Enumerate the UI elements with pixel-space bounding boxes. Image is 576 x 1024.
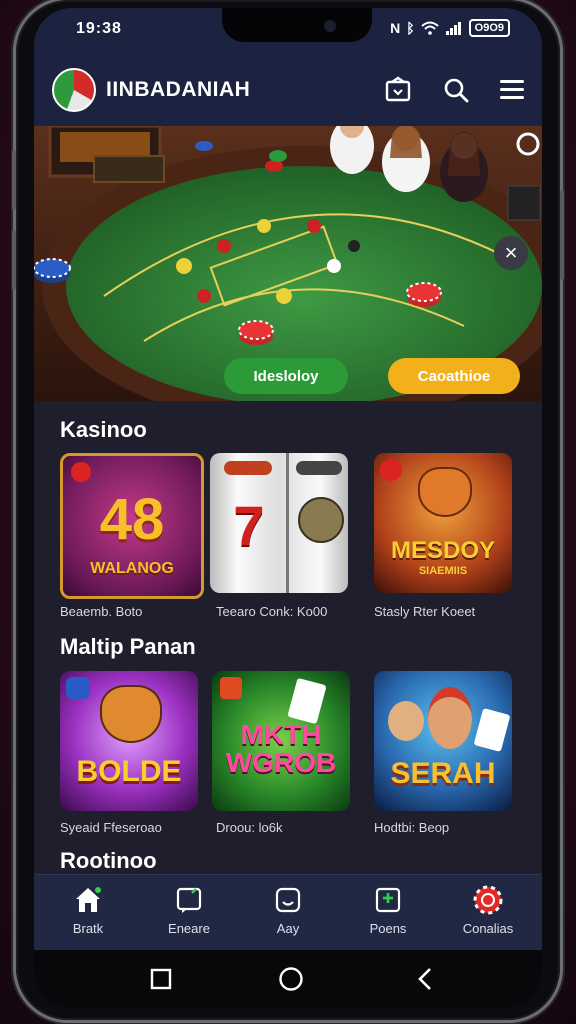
character-face (428, 687, 472, 749)
menu-button[interactable] (494, 72, 530, 108)
nav-item-poens[interactable]: Poens (348, 885, 428, 936)
game-caption: Hodtbi: Beop (374, 820, 450, 835)
playing-card (287, 677, 327, 725)
camera (324, 20, 336, 32)
back-chevron-icon (418, 968, 431, 990)
wallet-button[interactable] (380, 72, 416, 108)
game-card[interactable]: MESDOY SIAEMIIS (374, 453, 512, 593)
badge-icon (380, 459, 402, 481)
back-button[interactable] (410, 964, 440, 994)
battery-icon: Ο9Ο9 (468, 19, 510, 37)
nav-label: Poens (369, 921, 407, 936)
character-face (100, 685, 162, 743)
nav-item-conalias[interactable]: Conalias (448, 885, 528, 936)
game-caption: Stasly Rter Koeet (374, 604, 476, 619)
menu-icon (500, 80, 524, 99)
game-card[interactable]: 7 (210, 453, 348, 593)
game-caption: Droou: lo6k (216, 820, 283, 835)
nav-item-messages[interactable]: Eneare (149, 885, 229, 936)
section-title-maltip-panan: Maltip Panan (60, 634, 196, 659)
game-card[interactable]: 48 WALANOG (60, 453, 204, 599)
game-card[interactable]: SERAH (374, 671, 512, 811)
game-art-text: MKTH WGROB (225, 719, 337, 778)
system-nav-bar (34, 950, 542, 1008)
screen: 19:38 N ᛒ Ο9Ο9 IINBADANIAH × Idesloloy C… (34, 8, 542, 1008)
status-icons: N ᛒ Ο9Ο9 (390, 19, 510, 37)
square-icon (150, 968, 172, 990)
app-logo[interactable] (52, 68, 96, 112)
signal-icon (445, 22, 461, 35)
smile-icon (273, 885, 303, 915)
bottom-nav: Bratk Eneare Aay Poens Conalias (34, 874, 542, 951)
hero-primary-button[interactable]: Idesloloy (224, 358, 348, 394)
volume-button (12, 230, 16, 290)
search-button[interactable] (438, 72, 474, 108)
nav-item-aay[interactable]: Aay (248, 885, 328, 936)
volume-button (12, 150, 16, 210)
section-title-rootinoo: Rootinoo (60, 848, 157, 873)
home-icon (73, 885, 103, 915)
nav-label: Conalias (462, 921, 514, 936)
home-system-button[interactable] (276, 964, 306, 994)
game-art-text: 48 (99, 487, 165, 552)
game-card[interactable]: MKTH WGROB (212, 671, 350, 811)
status-time: 19:38 (76, 20, 122, 37)
game-caption: Beaemb. Boto (60, 604, 143, 619)
badge-icon (220, 677, 242, 699)
game-art-text: BOLDE (76, 755, 182, 788)
game-art-subtitle: WALANOG (90, 560, 174, 577)
app-header: IINBADANIAH (34, 50, 542, 126)
hero-secondary-button[interactable]: Caoathioe (388, 358, 520, 394)
nav-item-home[interactable]: Bratk (48, 885, 128, 936)
game-art-text: MESDOY (390, 537, 495, 564)
reel-symbol (224, 461, 272, 475)
nav-label: Aay (276, 921, 300, 936)
close-banner-button[interactable]: × (494, 236, 528, 270)
casino-chip-icon (473, 885, 503, 915)
playing-card (473, 708, 511, 752)
badge-icon (71, 462, 91, 482)
main-content: Kasinoo 48 WALANOG 7 MESDOY SIAEMIIS Bea… (34, 401, 542, 886)
close-icon: × (504, 240, 518, 265)
wifi-icon (420, 21, 439, 35)
game-art-subtitle: SIAEMIIS (418, 565, 468, 577)
reel-symbol (296, 461, 342, 475)
character-face (418, 467, 472, 517)
reel-divider (286, 453, 289, 593)
recent-apps-button[interactable] (146, 964, 176, 994)
game-art-text: SERAH (390, 757, 496, 790)
brand-name: IINBADANIAH (106, 78, 251, 101)
hero-banner[interactable]: × Idesloloy Caoathioe (34, 126, 542, 401)
power-button (560, 190, 564, 280)
search-icon (444, 78, 469, 103)
section-title-kasinoo: Kasinoo (60, 417, 147, 442)
add-box-icon (373, 885, 403, 915)
game-caption: Syeaid Ffeseroao (60, 820, 162, 835)
wallet-icon (385, 76, 411, 102)
badge-icon (66, 677, 90, 699)
reel-symbol (298, 497, 344, 543)
message-icon (174, 885, 204, 915)
game-art-text: 7 (233, 494, 265, 557)
nav-label: Eneare (168, 921, 210, 936)
bluetooth-icon: ᛒ (406, 20, 415, 36)
character-face (388, 701, 424, 741)
game-caption: Teearo Conk: Ko00 (216, 604, 328, 619)
nav-label: Bratk (72, 921, 104, 936)
game-card[interactable]: BOLDE (60, 671, 198, 811)
nfc-icon: N (390, 20, 401, 36)
notch (222, 8, 372, 42)
circle-icon (279, 967, 303, 991)
